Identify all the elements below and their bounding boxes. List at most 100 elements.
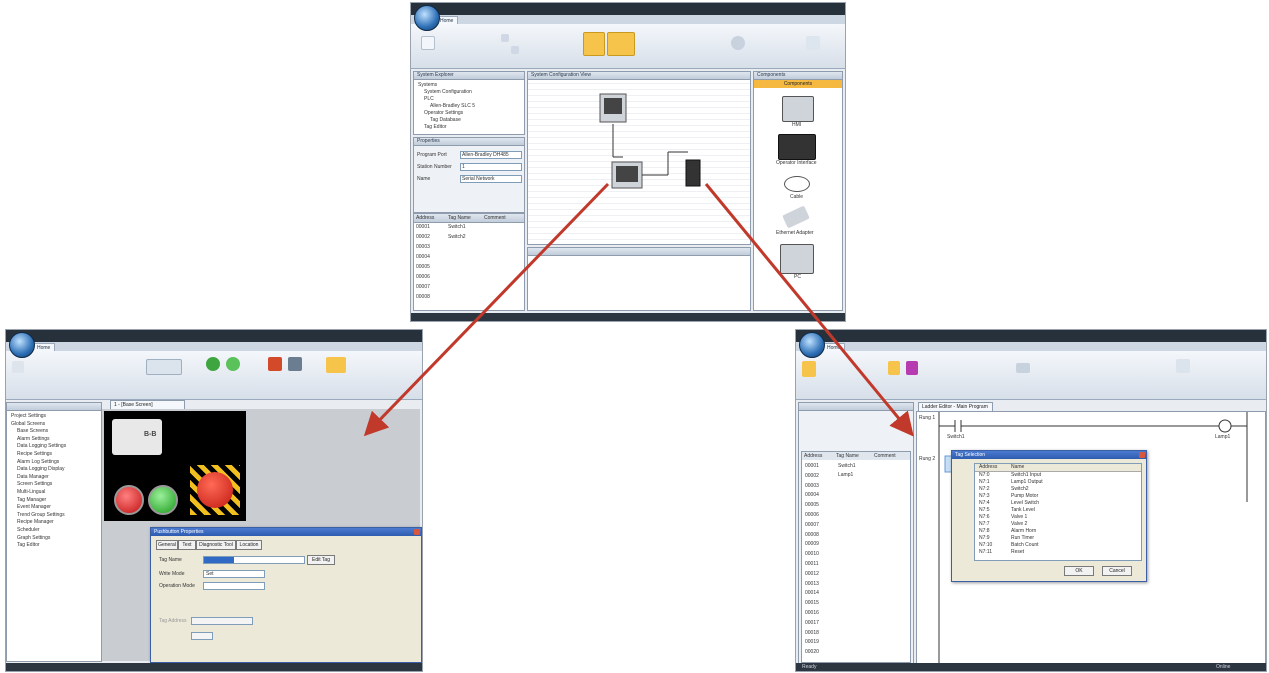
close-icon[interactable]	[1139, 452, 1145, 458]
copy-icon[interactable]	[511, 46, 519, 54]
tag-list-name[interactable]: Pump Motor	[1011, 493, 1038, 499]
tag-address-cell[interactable]: 00001	[805, 463, 819, 469]
tree-item[interactable]: Operator Settings	[424, 110, 463, 116]
tag-list-address[interactable]: N7:10	[979, 542, 992, 548]
tag-address-cell[interactable]: 00019	[805, 639, 819, 645]
paste-icon[interactable]	[12, 361, 24, 373]
tree-item[interactable]: Graph Settings	[17, 535, 50, 541]
column-header[interactable]: Tag Name	[836, 453, 859, 459]
tree-item[interactable]: Tag Editor	[17, 542, 40, 548]
tag-list-address[interactable]: N7:1	[979, 479, 990, 485]
prop-value-field[interactable]: 1	[460, 163, 522, 171]
tag-address-cell[interactable]: 00004	[805, 492, 819, 498]
tag-list-address[interactable]: N7:3	[979, 493, 990, 499]
edit-tag-button[interactable]: Edit Tag	[307, 555, 335, 565]
lamp-icon[interactable]	[226, 357, 240, 371]
tree-item[interactable]: Data Manager	[17, 474, 49, 480]
tree-item[interactable]: Data Logging Display	[17, 466, 65, 472]
tag-list-name[interactable]: Valve 2	[1011, 521, 1027, 527]
program-icon[interactable]	[802, 361, 816, 377]
tree-item[interactable]: Tag Database	[430, 117, 461, 123]
tag-list-name[interactable]: Level Switch	[1011, 500, 1039, 506]
tag-address-cell[interactable]: 00007	[416, 284, 430, 290]
column-header[interactable]: Comment	[484, 215, 506, 222]
tag-list-address[interactable]: N7:9	[979, 535, 990, 541]
column-header[interactable]: Address	[979, 464, 997, 470]
tree-item[interactable]: Screen Settings	[17, 481, 52, 487]
column-header[interactable]: Name	[1011, 464, 1024, 470]
tag-list-name[interactable]: Lamp1 Output	[1011, 479, 1043, 485]
tag-list-name[interactable]: Run Timer	[1011, 535, 1034, 541]
tree-item[interactable]: Alarm Log Settings	[17, 459, 59, 465]
tag-name-cell[interactable]: Switch1	[838, 463, 856, 469]
tag-address-cell[interactable]: 00009	[805, 541, 819, 547]
monitor-icon[interactable]	[607, 32, 635, 56]
ethernet-adapter-icon[interactable]	[782, 205, 810, 229]
instruction-icon[interactable]	[1016, 363, 1030, 373]
tag-address-cell[interactable]: 00006	[416, 274, 430, 280]
tag-address-cell[interactable]: 00008	[416, 294, 430, 300]
tree-item[interactable]: Recipe Manager	[17, 519, 54, 525]
tree-item[interactable]: Systems	[418, 82, 437, 88]
hmi-component-icon[interactable]	[782, 96, 814, 122]
tag-address-cell[interactable]: 00003	[416, 244, 430, 250]
tree-item[interactable]: Data Logging Settings	[17, 443, 66, 449]
tree-item[interactable]: Alarm Settings	[17, 436, 50, 442]
transfer-icon[interactable]	[583, 32, 605, 56]
column-header[interactable]: Comment	[874, 453, 896, 459]
prop-value-field[interactable]: Serial Network	[460, 175, 522, 183]
tag-list-address[interactable]: N7:6	[979, 514, 990, 520]
tag-address-cell[interactable]: 00002	[805, 473, 819, 479]
red-lamp[interactable]	[114, 485, 144, 515]
cancel-button[interactable]: Cancel	[1102, 566, 1132, 576]
column-header[interactable]: Address	[804, 453, 822, 459]
tag-name-cell[interactable]: Lamp1	[838, 472, 853, 478]
write-mode-select[interactable]: Set	[203, 570, 265, 578]
ok-button[interactable]: OK	[1064, 566, 1094, 576]
tag-address-cell[interactable]: 00004	[416, 254, 430, 260]
tag-list-address[interactable]: N7:4	[979, 500, 990, 506]
tag-list-name[interactable]: Tank Level	[1011, 507, 1035, 513]
tag-address-cell[interactable]: 00006	[805, 512, 819, 518]
tag-name-cell[interactable]: Switch1	[448, 224, 466, 230]
prop-value-field[interactable]: Allen-Bradley DH485	[460, 151, 522, 159]
tree-item[interactable]: Tag Editor	[424, 124, 447, 130]
tag-address-cell[interactable]: 00008	[805, 532, 819, 538]
line-icon[interactable]	[288, 357, 302, 371]
emergency-stop-button[interactable]	[190, 465, 240, 515]
screen-icon[interactable]	[146, 359, 182, 375]
dialog-tab-location[interactable]: Location	[236, 540, 262, 550]
tag-list-name[interactable]: Batch Count	[1011, 542, 1039, 548]
tag-address-cell[interactable]: 00018	[805, 630, 819, 636]
tag-list-address[interactable]: N7:11	[979, 549, 992, 555]
editor-canvas[interactable]: B-B Pushbutton Properties General Text D…	[102, 409, 422, 663]
button-green-icon[interactable]	[206, 357, 220, 371]
close-icon[interactable]	[414, 529, 420, 535]
tree-item[interactable]: Trend Group Settings	[17, 512, 65, 518]
app-menu-button[interactable]	[414, 5, 440, 31]
ladder-editor[interactable]: Rung 1 Rung 2 Switch1 Lamp1 Tag Selectio…	[916, 411, 1266, 665]
settings-icon[interactable]	[731, 36, 745, 50]
compile-icon[interactable]	[1176, 359, 1190, 373]
coil-icon[interactable]	[888, 361, 900, 375]
help-icon[interactable]	[806, 36, 820, 50]
tag-address-cell[interactable]: 00005	[416, 264, 430, 270]
tag-list-address[interactable]: N7:8	[979, 528, 990, 534]
column-header[interactable]: Address	[416, 215, 434, 222]
tree-item[interactable]: System Configuration	[424, 89, 472, 95]
tag-address-cell[interactable]: 00017	[805, 620, 819, 626]
tag-address-cell[interactable]: 00014	[805, 590, 819, 596]
tree-item[interactable]: PLC	[424, 96, 434, 102]
tag-list-address[interactable]: N7:5	[979, 507, 990, 513]
tag-address-cell[interactable]: 00020	[805, 649, 819, 655]
cable-icon[interactable]	[784, 176, 810, 192]
tree-item[interactable]: Recipe Settings	[17, 451, 52, 457]
tag-list-address[interactable]: N7:2	[979, 486, 990, 492]
tag-address-cell[interactable]: 00007	[805, 522, 819, 528]
tag-address-cell[interactable]: 00016	[805, 610, 819, 616]
tree-item[interactable]: Multi-Lingual	[17, 489, 45, 495]
tree-item[interactable]: Tag Manager	[17, 497, 46, 503]
tag-name-field[interactable]	[203, 556, 305, 564]
tag-address-cell[interactable]: 00003	[805, 483, 819, 489]
tag-address-cell[interactable]: 00001	[416, 224, 430, 230]
